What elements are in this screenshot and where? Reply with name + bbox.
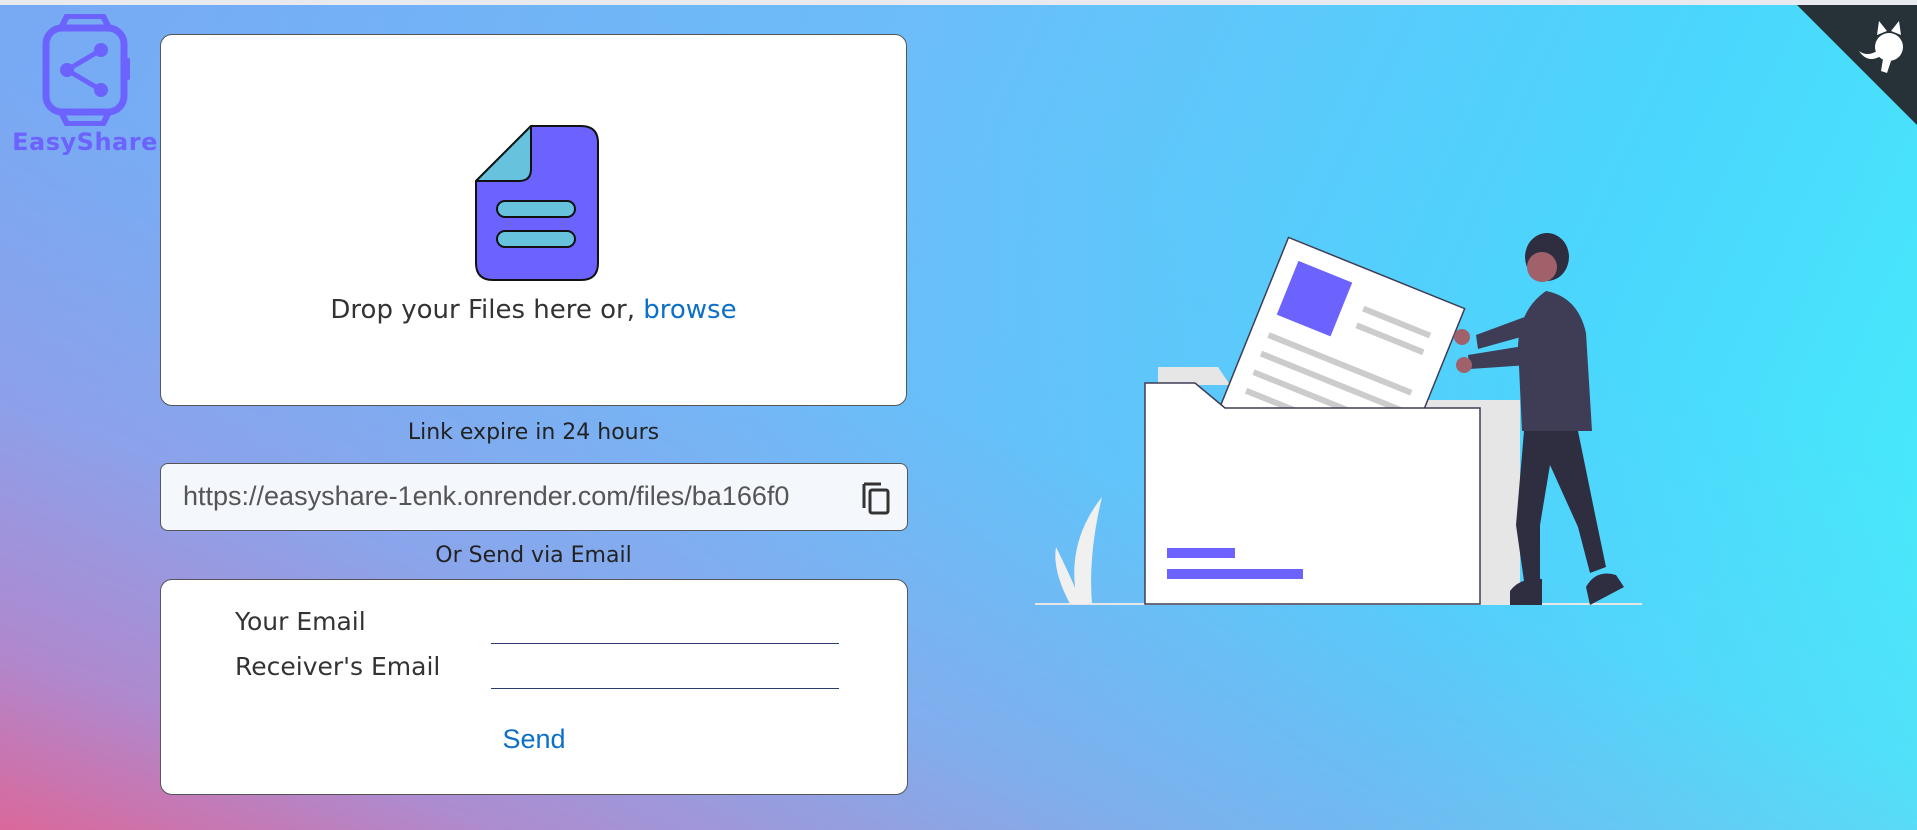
top-border (0, 0, 1917, 5)
copy-icon[interactable] (861, 480, 891, 516)
share-link-input[interactable] (183, 464, 855, 529)
send-via-email-text: Or Send via Email (435, 543, 632, 568)
receiver-email-label: Receiver's Email (235, 652, 441, 681)
email-form: Your Email Receiver's Email Send (160, 579, 908, 795)
file-icon (475, 125, 599, 281)
file-upload-illustration (1035, 233, 1642, 605)
browse-link[interactable]: browse (643, 295, 736, 325)
share-link-box (160, 463, 908, 531)
receiver-email-field[interactable] (491, 664, 839, 689)
your-email-label: Your Email (235, 607, 366, 636)
link-expiry-text: Link expire in 24 hours (407, 420, 660, 445)
send-button[interactable]: Send (161, 724, 907, 755)
file-drop-zone[interactable]: Drop your Files here or, browse (160, 34, 907, 406)
drop-instructions: Drop your Files here or, browse (161, 295, 906, 325)
your-email-field[interactable] (491, 619, 839, 644)
share-watch-icon (42, 14, 130, 126)
drop-text: Drop your Files here or, (330, 295, 644, 325)
plant-leaf (1074, 497, 1102, 604)
brand-name: EasyShare (12, 128, 158, 156)
github-corner[interactable] (1797, 5, 1917, 125)
brand-logo[interactable]: EasyShare (10, 14, 160, 156)
